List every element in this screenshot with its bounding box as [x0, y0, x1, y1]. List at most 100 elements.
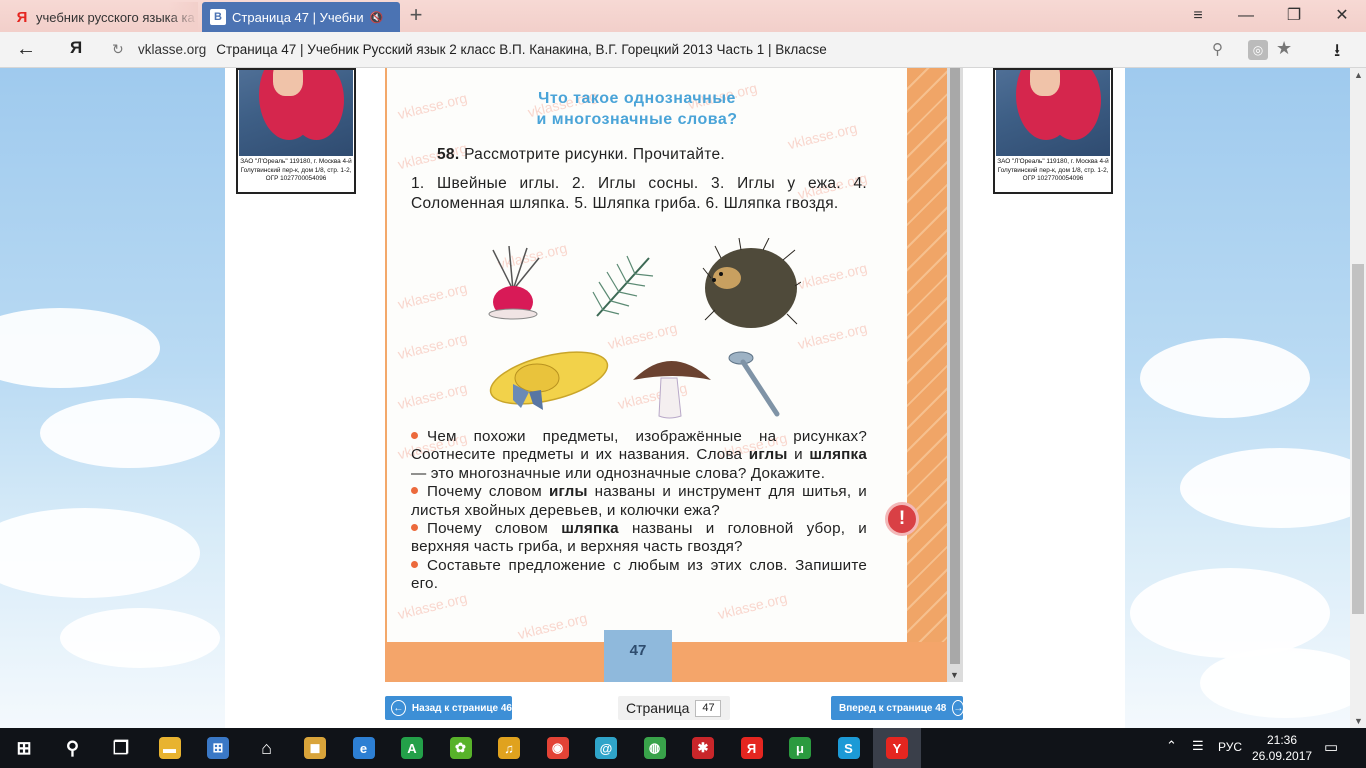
- exercise-instruction: Рассмотрите рисунки. Прочитайте.: [464, 146, 725, 163]
- scroll-up-arrow-icon[interactable]: ▲: [1354, 70, 1363, 80]
- scroll-down-arrow-icon[interactable]: ▼: [950, 670, 959, 680]
- question-text: — это многозначные или однозначные слова…: [411, 464, 826, 482]
- mushroom-illustration: [633, 361, 711, 419]
- watermark: vklasse.org: [396, 329, 469, 363]
- bullet-icon: [411, 560, 418, 568]
- page-indicator: Страница 47: [618, 696, 730, 720]
- keyword: иглы: [548, 483, 588, 501]
- watermark: vklasse.org: [396, 379, 469, 413]
- yandex-icon[interactable]: Y: [873, 728, 921, 768]
- watermark: vklasse.org: [396, 589, 469, 623]
- url-host: vklasse.org: [138, 42, 207, 57]
- menu-button[interactable]: ≡: [1186, 4, 1210, 28]
- next-page-button[interactable]: Вперед к странице 48 →: [831, 696, 965, 720]
- clock-time: 21:36: [1266, 733, 1298, 747]
- a-app-icon[interactable]: A: [388, 728, 436, 768]
- page-title: Страница 47 | Учебник Русский язык 2 кла…: [216, 42, 827, 57]
- protect-icon[interactable]: ◎: [1248, 40, 1268, 60]
- lesson-title: Что такое однозначные и многозначные сло…: [536, 90, 738, 128]
- page-indicator-label: Страница: [626, 700, 690, 716]
- page-number-input[interactable]: 47: [695, 699, 722, 717]
- utorrent-icon[interactable]: μ: [776, 728, 824, 768]
- questions-list: Чем похожи предметы, изображённые на рис…: [411, 428, 867, 594]
- textbook-page: vklasse.org vklasse.org vklasse.org vkla…: [385, 68, 947, 682]
- exercise-heading: 58. Рассмотрите рисунки. Прочитайте.: [437, 146, 725, 164]
- hedgehog-illustration: [702, 238, 801, 328]
- exercise-items: 1. Швейные иглы. 2. Иглы сосны. 3. Иглы …: [411, 175, 867, 212]
- watermark: vklasse.org: [786, 119, 859, 153]
- app-icon[interactable]: ◼: [291, 728, 339, 768]
- bullet-icon: [411, 524, 418, 532]
- clock[interactable]: 21:36 26.09.2017: [1252, 732, 1312, 764]
- url-field[interactable]: vklasse.org Страница 47 | Учебник Русский…: [138, 42, 827, 57]
- search-icon[interactable]: ⚲: [49, 728, 97, 768]
- keyword: иглы: [748, 446, 788, 464]
- viewer-scroll-thumb[interactable]: [950, 68, 960, 664]
- question-item: Составьте предложение с любым из этих сл…: [411, 557, 867, 594]
- arrow-right-circle-icon: →: [952, 700, 965, 716]
- bullet-icon: [411, 487, 418, 495]
- ad-photo: [996, 70, 1110, 156]
- arrow-left-circle-icon: ←: [391, 700, 406, 716]
- new-tab-button[interactable]: +: [404, 4, 428, 28]
- edge-icon[interactable]: e: [340, 728, 388, 768]
- reload-icon[interactable]: ↻: [112, 41, 124, 58]
- viewer-scrollbar[interactable]: ▼: [947, 68, 963, 682]
- textbook-viewer: vklasse.org vklasse.org vklasse.org vkla…: [385, 68, 963, 682]
- icq-icon[interactable]: ✿: [437, 728, 485, 768]
- download-icon[interactable]: ⭳: [1334, 38, 1340, 68]
- store-icon[interactable]: ⊞: [194, 728, 242, 768]
- windows-start-icon[interactable]: ⊞: [0, 728, 48, 768]
- at-icon[interactable]: @: [582, 728, 630, 768]
- minimize-button[interactable]: —: [1234, 4, 1258, 28]
- back-arrow-icon[interactable]: ←: [16, 38, 36, 61]
- language-indicator[interactable]: РУС: [1218, 740, 1242, 754]
- clock-date: 26.09.2017: [1252, 749, 1313, 763]
- scroll-down-arrow-icon[interactable]: ▼: [1354, 716, 1363, 726]
- page-scrollbar[interactable]: ▲ ▼: [1350, 68, 1366, 728]
- network-icon[interactable]: ☰: [1192, 738, 1204, 754]
- keyword: шляпка: [561, 520, 619, 538]
- exclamation-icon: !: [885, 502, 919, 536]
- straw-hat-illustration: [489, 351, 609, 410]
- pine-branch-illustration: [592, 255, 654, 317]
- restore-button[interactable]: ❐: [1282, 4, 1306, 28]
- tab-textbook-search[interactable]: Я учебник русского языка ка: [6, 2, 198, 32]
- file-explorer-icon[interactable]: ▬: [146, 728, 194, 768]
- prev-page-label: Назад к странице 46: [411, 702, 512, 714]
- watermark: vklasse.org: [796, 319, 869, 353]
- ad-banner-right[interactable]: ЗАО "Л'Ореаль" 119180, г. Москва 4-й Гол…: [993, 68, 1113, 194]
- search-icon[interactable]: ⚲: [1212, 40, 1223, 58]
- tab-page-47[interactable]: В Страница 47 | Учебни 🔇: [202, 2, 400, 32]
- tab-bar: Я учебник русского языка ка В Страница 4…: [0, 0, 1366, 32]
- next-page-label: Вперед к странице 48: [839, 702, 947, 714]
- notifications-icon[interactable]: ▭: [1324, 738, 1338, 756]
- chevron-up-icon[interactable]: ⌃: [1166, 738, 1177, 754]
- task-view-icon[interactable]: ❐: [97, 728, 145, 768]
- question-text: и: [787, 446, 810, 464]
- chrome-icon[interactable]: ◉: [534, 728, 582, 768]
- page-scroll-thumb[interactable]: [1352, 264, 1364, 614]
- page-number: 47: [629, 642, 647, 659]
- watermark: vklasse.org: [516, 609, 589, 643]
- question-text: Почему словом: [427, 483, 549, 501]
- watermark: vklasse.org: [606, 319, 679, 353]
- ad-caption: ЗАО "Л'Ореаль" 119180, г. Москва 4-й Гол…: [240, 158, 352, 183]
- bookmark-star-icon[interactable]: ★: [1276, 38, 1292, 59]
- app-red-icon[interactable]: ✱: [679, 728, 727, 768]
- close-button[interactable]: ✕: [1330, 4, 1354, 28]
- ad-banner-left[interactable]: ЗАО "Л'Ореаль" 119180, г. Москва 4-й Гол…: [236, 68, 356, 194]
- speaker-muted-icon[interactable]: 🔇: [370, 11, 384, 24]
- home-icon[interactable]: ⌂: [243, 728, 291, 768]
- game-icon[interactable]: ◍: [631, 728, 679, 768]
- bullet-icon: [411, 432, 418, 439]
- music-icon[interactable]: ♫: [485, 728, 533, 768]
- web-page: ЗАО "Л'Ореаль" 119180, г. Москва 4-й Гол…: [0, 68, 1350, 728]
- prev-page-button[interactable]: ← Назад к странице 46: [385, 696, 512, 720]
- page-number-tab: 47: [604, 630, 672, 682]
- yandex-home-icon[interactable]: Я: [70, 38, 82, 58]
- ad-photo: [239, 70, 353, 156]
- yandex-browser-icon[interactable]: Я: [728, 728, 776, 768]
- keyword: шляпка: [809, 446, 867, 464]
- skype-icon[interactable]: S: [825, 728, 873, 768]
